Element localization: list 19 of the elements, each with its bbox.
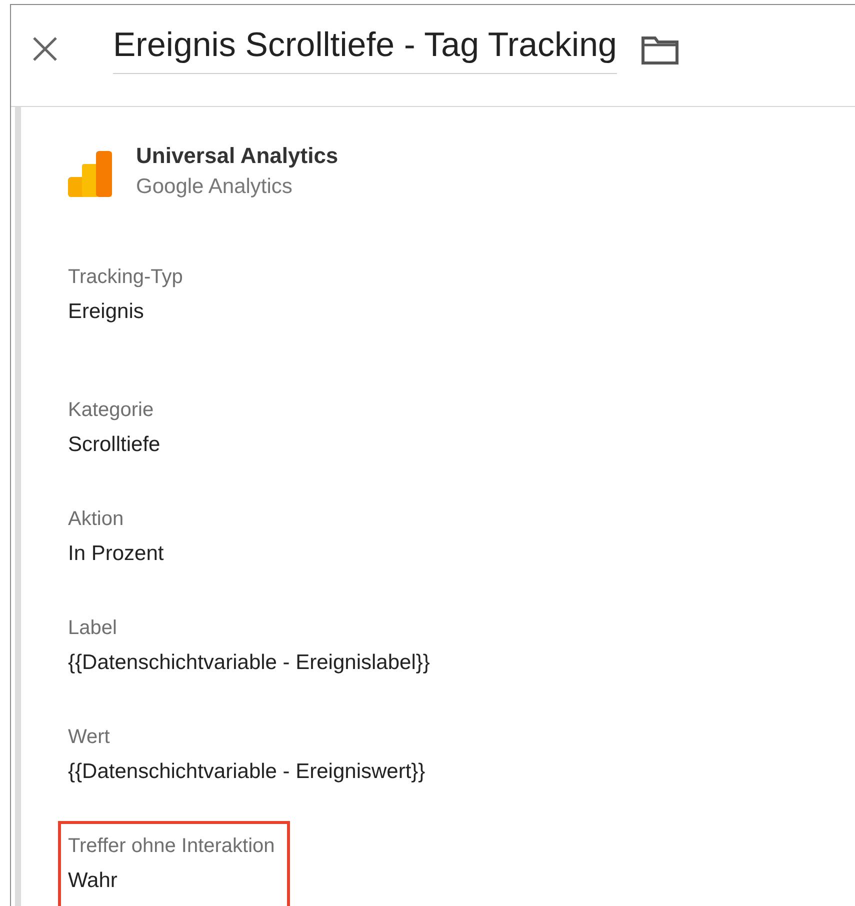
field-label: Wert: [68, 725, 111, 750]
field-label: Treffer ohne Interaktion: [68, 834, 275, 859]
field-label: Kategorie: [68, 398, 155, 423]
title-field[interactable]: Ereignis Scrolltiefe - Tag Tracking: [113, 25, 617, 74]
field-value: {{Datenschichtvariable - Ereigniswert}}: [68, 759, 426, 785]
folder-button[interactable]: [640, 35, 679, 65]
field-value: In Prozent: [68, 541, 165, 567]
field-value: {{Datenschichtvariable - Ereignislabel}}: [68, 650, 430, 676]
tag-type-vendor: Google Analytics: [136, 174, 294, 200]
field-value: Ereignis: [68, 299, 145, 325]
close-icon: [32, 36, 58, 62]
field-label: Tracking-Typ: [68, 265, 184, 290]
folder-icon: [640, 35, 679, 65]
bar-chart-logo-icon: [68, 151, 112, 197]
field-value: Wahr: [68, 868, 118, 894]
tag-type-name: Universal Analytics: [136, 142, 338, 170]
field-label: Label: [68, 616, 118, 641]
field-value: Scrolltiefe: [68, 432, 162, 458]
field-label: Aktion: [68, 507, 125, 532]
